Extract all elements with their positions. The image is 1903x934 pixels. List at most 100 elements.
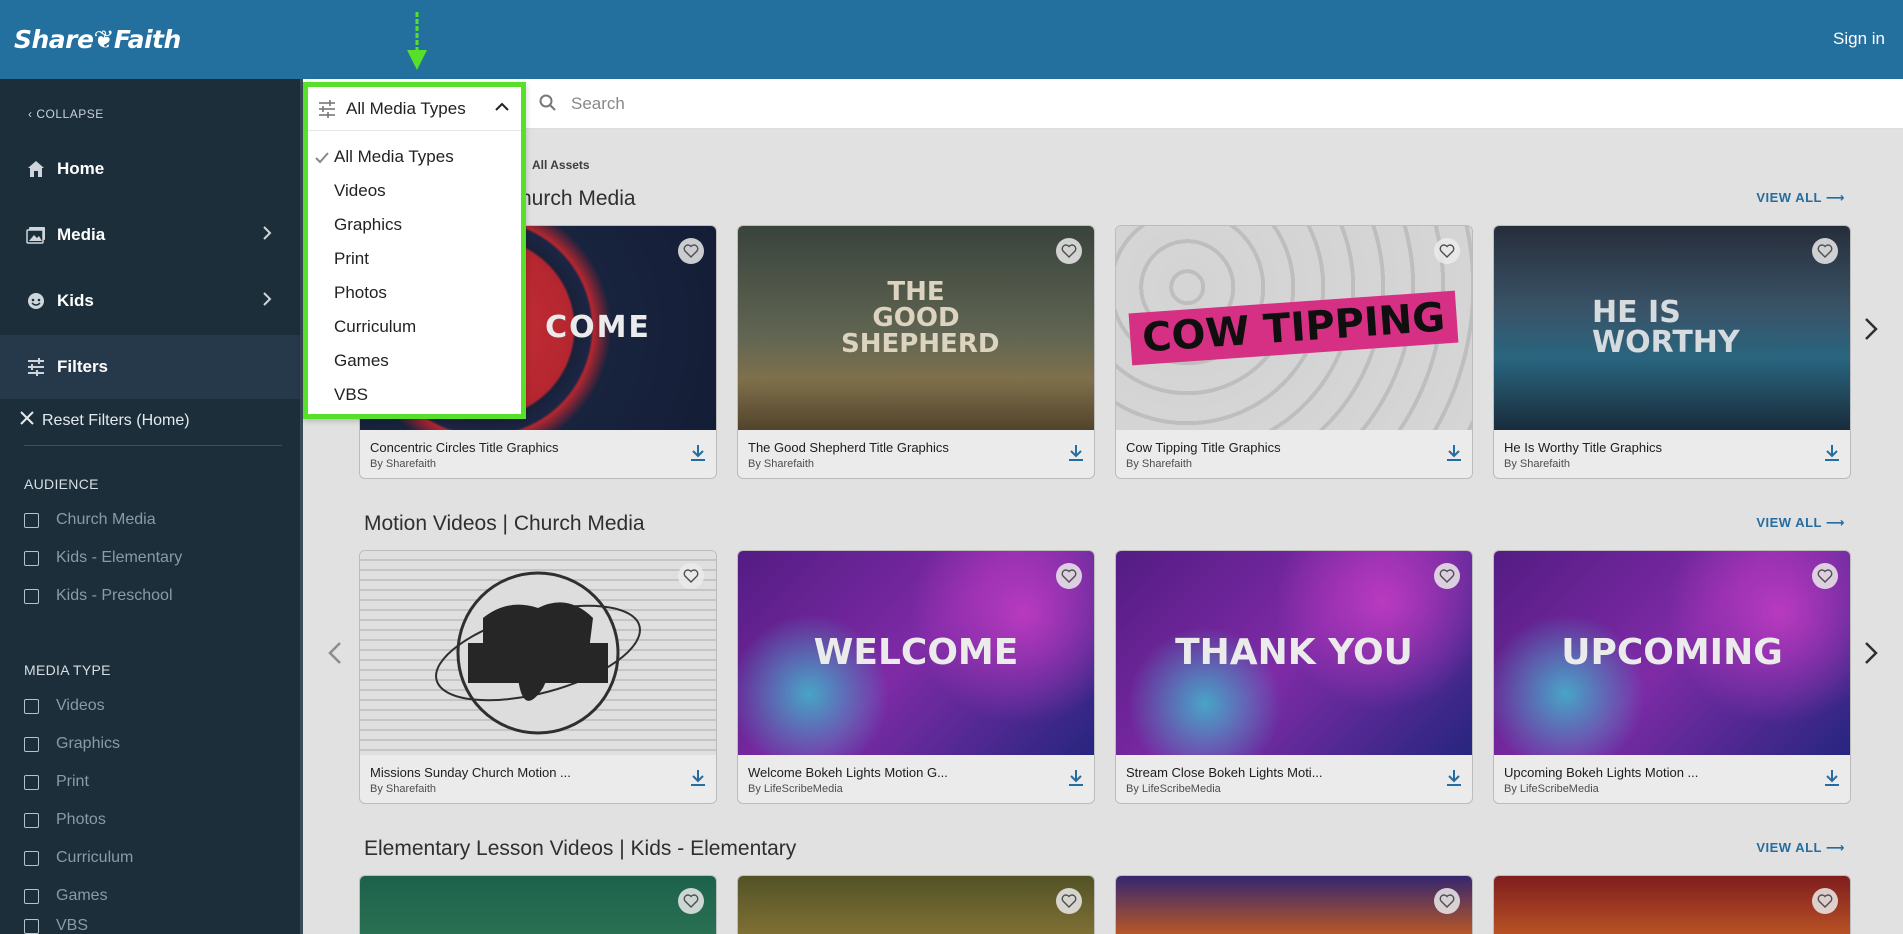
download-icon[interactable] bbox=[1446, 444, 1462, 462]
checkbox[interactable] bbox=[24, 698, 39, 714]
thumbnail-text: THE GOOD SHEPHERD bbox=[841, 277, 1000, 359]
download-icon[interactable] bbox=[690, 769, 706, 787]
carousel-next-icon[interactable] bbox=[1864, 317, 1878, 341]
sharefaith-logo[interactable]: Share❦Faith bbox=[14, 25, 181, 54]
card-title[interactable]: Welcome Bokeh Lights Motion G... bbox=[748, 765, 948, 780]
view-all-link[interactable]: VIEW ALL ⟶ bbox=[1756, 840, 1845, 856]
heart-icon[interactable] bbox=[1812, 563, 1838, 589]
media-type-checkbox-graphics[interactable]: Graphics bbox=[24, 735, 120, 753]
heart-icon[interactable] bbox=[1056, 238, 1082, 264]
dropdown-option-graphics[interactable]: Graphics bbox=[334, 215, 402, 235]
view-all-link[interactable]: VIEW ALL ⟶ bbox=[1756, 190, 1845, 206]
media-type-checkbox-vbs[interactable]: VBS bbox=[24, 917, 88, 934]
card-title[interactable]: The Good Shepherd Title Graphics bbox=[748, 440, 949, 455]
dropdown-option-games[interactable]: Games bbox=[334, 351, 389, 371]
media-card[interactable]: THE GOOD SHEPHERD The Good Shepherd Titl… bbox=[737, 225, 1095, 479]
chevron-up-icon[interactable] bbox=[495, 102, 509, 112]
card-thumbnail[interactable] bbox=[360, 876, 716, 934]
heart-icon[interactable] bbox=[1434, 563, 1460, 589]
card-title[interactable]: Upcoming Bokeh Lights Motion ... bbox=[1504, 765, 1698, 780]
media-type-checkbox-photos[interactable]: Photos bbox=[24, 811, 106, 829]
heart-icon[interactable] bbox=[678, 563, 704, 589]
media-card[interactable] bbox=[359, 875, 717, 934]
dropdown-option-all-media-types[interactable]: All Media Types bbox=[334, 147, 454, 167]
dropdown-option-print[interactable]: Print bbox=[334, 249, 369, 269]
heart-icon[interactable] bbox=[1056, 888, 1082, 914]
sidebar-item-kids[interactable]: Kids bbox=[0, 269, 300, 333]
download-icon[interactable] bbox=[1068, 769, 1084, 787]
media-card[interactable]: UPCOMING Upcoming Bokeh Lights Motion ..… bbox=[1493, 550, 1851, 804]
checkbox-label: Graphics bbox=[56, 735, 121, 752]
card-thumbnail[interactable]: UPCOMING bbox=[1494, 551, 1850, 755]
sidebar-item-home[interactable]: Home bbox=[0, 137, 300, 201]
media-card[interactable]: HE IS WORTHY He Is Worthy Title Graphics… bbox=[1493, 225, 1851, 479]
dropdown-option-vbs[interactable]: VBS bbox=[334, 385, 368, 405]
sidebar-item-media[interactable]: Media bbox=[0, 203, 300, 267]
collapse-button[interactable]: ‹ COLLAPSE bbox=[28, 107, 104, 121]
media-type-dropdown[interactable]: All Media Types All Media Types Videos G… bbox=[303, 82, 526, 419]
card-thumbnail[interactable]: WELCOME bbox=[738, 551, 1094, 755]
card-thumbnail[interactable] bbox=[1116, 876, 1472, 934]
dropdown-option-photos[interactable]: Photos bbox=[334, 283, 387, 303]
sign-in-link[interactable]: Sign in bbox=[1833, 29, 1885, 49]
audience-checkbox-kids-elementary[interactable]: Kids - Elementary bbox=[24, 549, 182, 567]
card-title[interactable]: He Is Worthy Title Graphics bbox=[1504, 440, 1662, 455]
breadcrumb[interactable]: All Assets bbox=[532, 158, 590, 172]
card-thumbnail[interactable]: COW TIPPING bbox=[1116, 226, 1472, 430]
card-title[interactable]: Stream Close Bokeh Lights Moti... bbox=[1126, 765, 1323, 780]
download-icon[interactable] bbox=[1824, 444, 1840, 462]
media-type-checkbox-curriculum[interactable]: Curriculum bbox=[24, 849, 133, 867]
dropdown-option-curriculum[interactable]: Curriculum bbox=[334, 317, 416, 337]
media-type-checkbox-videos[interactable]: Videos bbox=[24, 697, 105, 715]
carousel-next-icon[interactable] bbox=[1864, 641, 1878, 665]
media-type-select[interactable]: All Media Types bbox=[308, 87, 521, 131]
card-thumbnail[interactable] bbox=[1494, 876, 1850, 934]
checkbox[interactable] bbox=[24, 812, 39, 828]
heart-icon[interactable] bbox=[1812, 238, 1838, 264]
checkbox[interactable] bbox=[24, 736, 39, 752]
heart-icon[interactable] bbox=[678, 238, 704, 264]
view-all-link[interactable]: VIEW ALL ⟶ bbox=[1756, 515, 1845, 531]
checkbox[interactable] bbox=[24, 774, 39, 790]
card-thumbnail[interactable]: THANK YOU bbox=[1116, 551, 1472, 755]
heart-icon[interactable] bbox=[1812, 888, 1838, 914]
card-thumbnail[interactable] bbox=[360, 551, 716, 755]
carousel-prev-icon[interactable] bbox=[328, 641, 342, 665]
checkbox[interactable] bbox=[24, 888, 39, 904]
media-card[interactable] bbox=[737, 875, 1095, 934]
checkbox[interactable] bbox=[24, 512, 39, 528]
card-thumbnail[interactable] bbox=[738, 876, 1094, 934]
card-title[interactable]: Concentric Circles Title Graphics bbox=[370, 440, 559, 455]
audience-checkbox-church-media[interactable]: Church Media bbox=[24, 511, 156, 529]
heart-icon[interactable] bbox=[678, 888, 704, 914]
heart-icon[interactable] bbox=[1434, 888, 1460, 914]
download-icon[interactable] bbox=[690, 444, 706, 462]
download-icon[interactable] bbox=[1068, 444, 1084, 462]
checkbox[interactable] bbox=[24, 550, 39, 566]
sidebar-item-filters[interactable]: Filters bbox=[0, 335, 300, 399]
card-thumbnail[interactable]: THE GOOD SHEPHERD bbox=[738, 226, 1094, 430]
media-card[interactable] bbox=[1493, 875, 1851, 934]
top-bar: Share❦Faith Sign in bbox=[0, 0, 1903, 79]
card-title[interactable]: Cow Tipping Title Graphics bbox=[1126, 440, 1281, 455]
card-thumbnail[interactable]: HE IS WORTHY bbox=[1494, 226, 1850, 430]
heart-icon[interactable] bbox=[1056, 563, 1082, 589]
media-card[interactable]: Missions Sunday Church Motion ... By Sha… bbox=[359, 550, 717, 804]
media-card[interactable]: THANK YOU Stream Close Bokeh Lights Moti… bbox=[1115, 550, 1473, 804]
checkbox[interactable] bbox=[24, 588, 39, 604]
media-type-checkbox-print[interactable]: Print bbox=[24, 773, 89, 791]
download-icon[interactable] bbox=[1446, 769, 1462, 787]
audience-checkbox-kids-preschool[interactable]: Kids - Preschool bbox=[24, 587, 173, 605]
media-card[interactable]: COW TIPPING Cow Tipping Title Graphics B… bbox=[1115, 225, 1473, 479]
media-card[interactable] bbox=[1115, 875, 1473, 934]
checkbox[interactable] bbox=[24, 850, 39, 866]
reset-filters-button[interactable]: Reset Filters (Home) bbox=[20, 411, 190, 430]
heart-icon[interactable] bbox=[1434, 238, 1460, 264]
dropdown-option-videos[interactable]: Videos bbox=[334, 181, 386, 201]
checkbox[interactable] bbox=[24, 918, 39, 934]
media-type-checkbox-games[interactable]: Games bbox=[24, 887, 108, 905]
media-card[interactable]: WELCOME Welcome Bokeh Lights Motion G...… bbox=[737, 550, 1095, 804]
download-icon[interactable] bbox=[1824, 769, 1840, 787]
card-title[interactable]: Missions Sunday Church Motion ... bbox=[370, 765, 571, 780]
search-input[interactable]: Search bbox=[571, 94, 625, 114]
